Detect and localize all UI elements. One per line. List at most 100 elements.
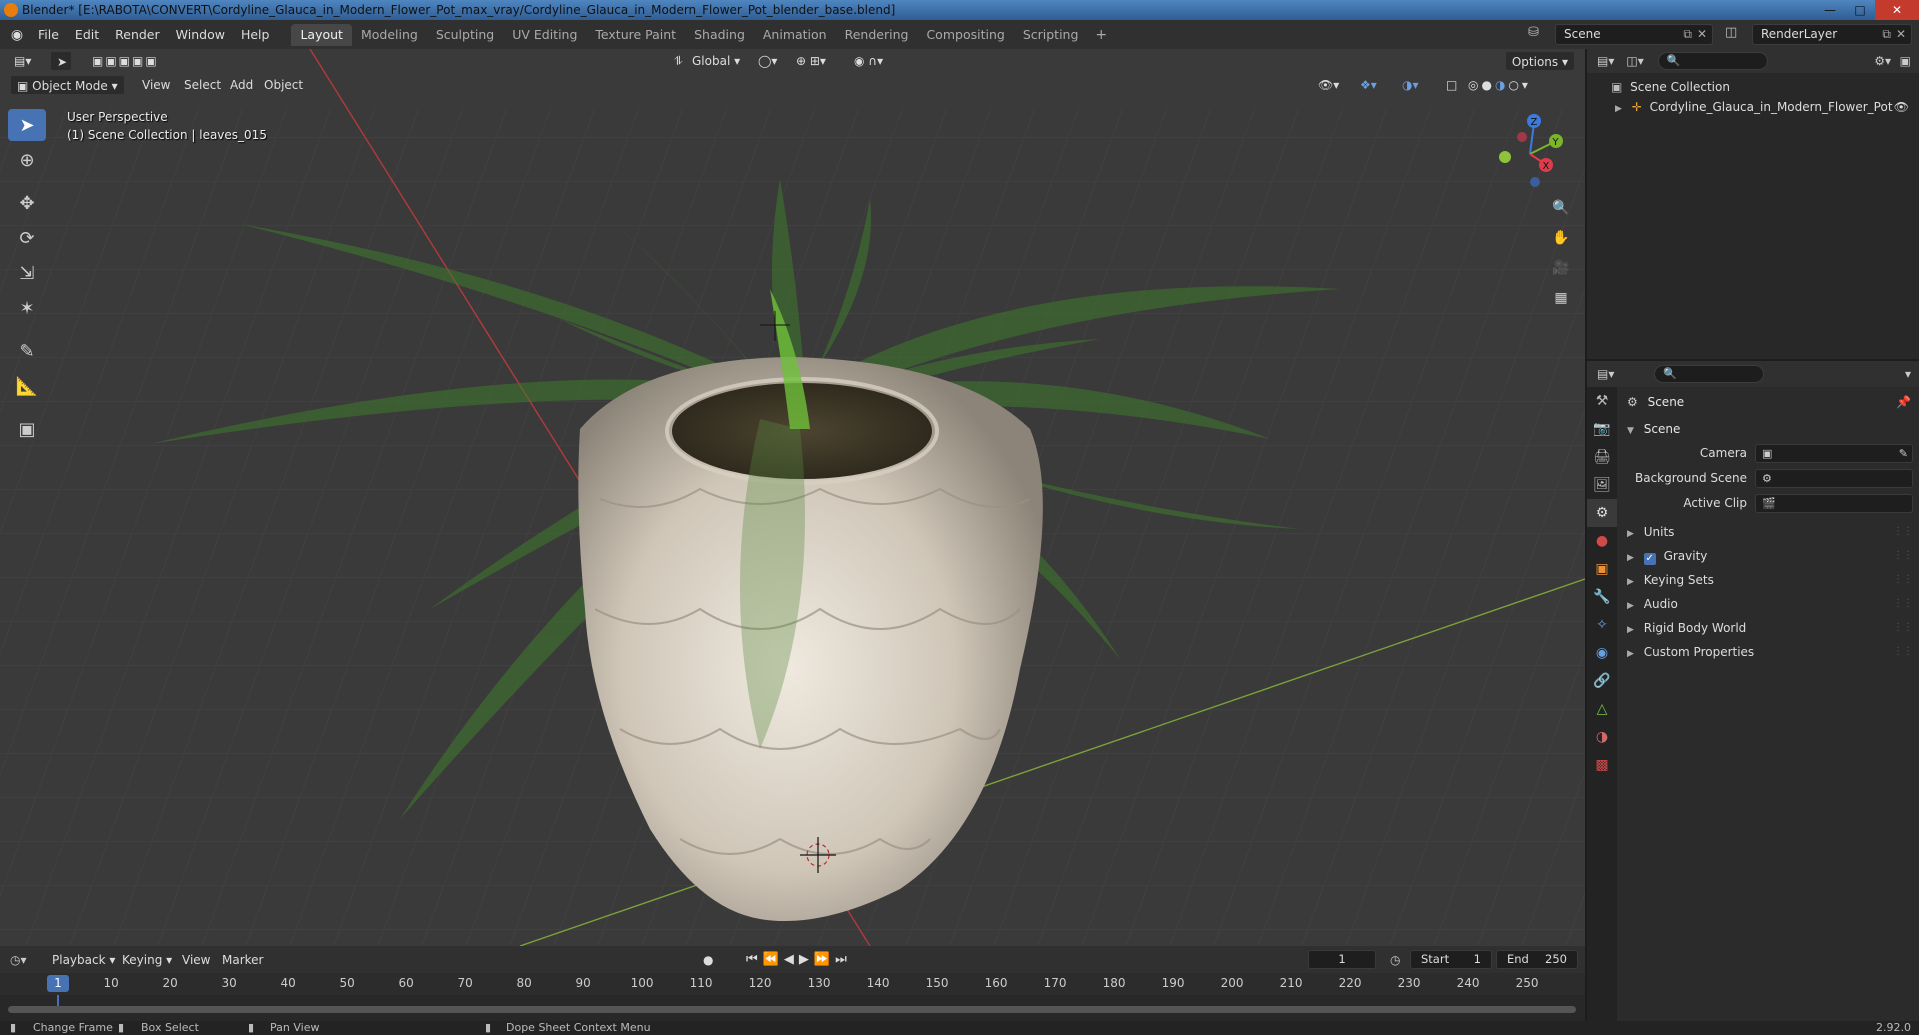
maximize-button[interactable]: □ [1845, 0, 1875, 20]
menu-help[interactable]: Help [233, 20, 278, 49]
view-layer-tab-icon[interactable]: 🖼 [1587, 471, 1617, 499]
new-collection-icon[interactable]: ▣ [1900, 54, 1911, 68]
playhead-line[interactable] [57, 995, 59, 1006]
physics-tab-icon[interactable]: ◉ [1587, 639, 1617, 667]
menu-render[interactable]: Render [107, 20, 168, 49]
scale-tool-icon[interactable]: ⇲ [8, 257, 46, 289]
material-tab-icon[interactable]: ◑ [1587, 723, 1617, 751]
copy-scene-icon[interactable]: ⧉ [1683, 25, 1692, 44]
object-tab-icon[interactable]: ▣ [1587, 555, 1617, 583]
blender-menu-icon[interactable]: ◉ [4, 27, 30, 43]
move-tool-icon[interactable]: ✥ [8, 187, 46, 219]
timeline-scrollbar[interactable] [8, 1006, 1576, 1013]
tab-scripting[interactable]: Scripting [1014, 24, 1088, 46]
expand-arrow-icon[interactable]: ▶ [1627, 577, 1634, 587]
visibility-eye-icon[interactable]: 👁▾ [1312, 75, 1345, 95]
tab-compositing[interactable]: Compositing [917, 24, 1013, 46]
transform-orientation-select[interactable]: Global ▾ [686, 51, 746, 71]
subpanel-rigid-body-world[interactable]: ▶ Rigid Body World ⋮⋮ [1617, 616, 1919, 640]
drag-handle-icon[interactable]: ⋮⋮ [1893, 544, 1913, 568]
remove-scene-icon[interactable]: ✕ [1697, 25, 1707, 44]
3d-viewport[interactable]: ▤▾ ➤ ▣▣▣▣▣ ⥮ Global ▾ ◯▾ ⊕ ⊞▾ ◉ ∩▾ Optio… [0, 49, 1585, 946]
add-workspace-icon[interactable]: + [1087, 27, 1115, 43]
tree-item-flower-pot[interactable]: ▶ ✛ Cordyline_Glauca_in_Modern_Flower_Po… [1587, 97, 1919, 117]
tab-rendering[interactable]: Rendering [836, 24, 918, 46]
view-layer-browse-icon[interactable]: ◫ [1725, 25, 1737, 40]
gravity-checkbox[interactable]: ✓ [1643, 553, 1656, 565]
cursor-tool-icon[interactable]: ⊕ [8, 144, 46, 176]
subpanel-gravity[interactable]: ▶ ✓ Gravity ⋮⋮ [1617, 544, 1919, 568]
record-keyframe-icon[interactable]: ● [703, 953, 713, 967]
timeline-editor-type-icon[interactable]: ◷▾ [10, 953, 27, 967]
drag-handle-icon[interactable]: ⋮⋮ [1893, 640, 1913, 664]
navigation-gizmo[interactable]: Z Y X [1490, 109, 1570, 189]
menu-edit[interactable]: Edit [67, 20, 107, 49]
eyedropper-icon[interactable]: ✎ [1899, 445, 1908, 462]
outliner-search-input[interactable]: 🔍 [1657, 52, 1768, 70]
tab-layout[interactable]: Layout [291, 23, 352, 46]
start-frame-field[interactable]: Start 1 [1410, 950, 1492, 969]
preview-range-icon[interactable]: ◷ [1390, 953, 1400, 967]
background-scene-field[interactable]: ⚙ [1755, 469, 1913, 488]
overlays-icon[interactable]: ◑▾ [1396, 75, 1425, 95]
tab-modeling[interactable]: Modeling [352, 24, 427, 46]
shading-modes-icons[interactable]: ◎●◑○▾ [1462, 75, 1537, 95]
expand-arrow-icon[interactable]: ▶ [1615, 104, 1622, 114]
pin-icon[interactable]: 📌 [1896, 387, 1911, 417]
expand-arrow-icon[interactable]: ▶ [1627, 529, 1634, 539]
tool-tab-icon[interactable]: ⚒ [1587, 387, 1617, 415]
drag-handle-icon[interactable]: ⋮⋮ [1893, 616, 1913, 640]
add-cube-tool-icon[interactable]: ▣ [8, 413, 46, 445]
object-data-tab-icon[interactable]: △ [1587, 695, 1617, 723]
tree-scene-collection[interactable]: ▣ Scene Collection [1587, 77, 1919, 97]
playback-menu[interactable]: Playback ▾ [46, 950, 121, 970]
drag-handle-icon[interactable]: ⋮⋮ [1893, 520, 1913, 544]
texture-tab-icon[interactable]: ▩ [1587, 751, 1617, 779]
drag-handle-icon[interactable]: ⋮⋮ [1893, 592, 1913, 616]
viewport-menu-add[interactable]: Add [224, 75, 259, 95]
timeline-menu-marker[interactable]: Marker [216, 950, 269, 970]
camera-view-icon[interactable]: 🎥 [1548, 255, 1574, 281]
scene-tab-icon[interactable]: ⚙ [1587, 499, 1617, 527]
pivot-point-icon[interactable]: ◯▾ [752, 51, 783, 71]
scene-browse-icon[interactable]: ⛁ [1528, 25, 1539, 40]
copy-view-layer-icon[interactable]: ⧉ [1882, 25, 1891, 44]
select-box-tool-icon[interactable]: ➤ [8, 109, 46, 141]
subpanel-keying-sets[interactable]: ▶ Keying Sets ⋮⋮ [1617, 568, 1919, 592]
gizmos-icon[interactable]: ❖▾ [1354, 75, 1383, 95]
minimize-button[interactable]: — [1815, 0, 1845, 20]
rotate-tool-icon[interactable]: ⟳ [8, 222, 46, 254]
particles-tab-icon[interactable]: ✧ [1587, 611, 1617, 639]
properties-search-input[interactable]: 🔍 [1654, 365, 1765, 383]
viewport-menu-view[interactable]: View [136, 75, 176, 95]
orthographic-toggle-icon[interactable]: ▦ [1548, 285, 1574, 311]
outliner-editor-type-icon[interactable]: ▤▾ [1597, 54, 1614, 68]
frame-ruler[interactable]: 1 10 20 30 40 50 60 70 80 90 100 110 120 130 140 150 160… [0, 973, 1585, 995]
options-dropdown[interactable]: Options ▾ [1504, 51, 1575, 71]
tab-shading[interactable]: Shading [685, 24, 754, 46]
ruler-current-frame[interactable]: 1 [47, 975, 69, 992]
active-clip-field[interactable]: 🎬 [1755, 494, 1913, 513]
properties-editor-type-icon[interactable]: ▤▾ [1597, 367, 1614, 381]
display-mode-icon[interactable]: ◫▾ [1626, 54, 1643, 68]
expand-arrow-icon[interactable]: ▶ [1627, 625, 1634, 635]
tab-uv-editing[interactable]: UV Editing [503, 24, 586, 46]
tab-sculpting[interactable]: Sculpting [427, 24, 503, 46]
subpanel-custom-properties[interactable]: ▶ Custom Properties ⋮⋮ [1617, 640, 1919, 664]
camera-field[interactable]: ▣ ✎ [1755, 444, 1913, 463]
xray-icon[interactable]: □ [1440, 75, 1463, 95]
output-tab-icon[interactable]: 🖨 [1587, 443, 1617, 471]
end-frame-field[interactable]: End 250 [1496, 950, 1578, 969]
object-mode-select[interactable]: ▣ Object Mode ▾ [10, 75, 125, 95]
pan-view-icon[interactable]: ✋ [1548, 225, 1574, 251]
world-tab-icon[interactable]: ● [1587, 527, 1617, 555]
zoom-view-icon[interactable]: 🔍 [1548, 195, 1574, 221]
measure-tool-icon[interactable]: 📐 [8, 370, 46, 402]
filter-icon[interactable]: ⚙▾ [1874, 54, 1891, 68]
viewport-menu-select[interactable]: Select [178, 75, 227, 95]
playback-controls[interactable]: ⏮⏪◀▶⏩⏭ [746, 952, 852, 967]
expand-arrow-icon[interactable]: ▶ [1627, 649, 1634, 659]
menu-file[interactable]: File [30, 20, 67, 49]
tab-animation[interactable]: Animation [754, 24, 836, 46]
transform-tool-icon[interactable]: ✶ [8, 292, 46, 324]
